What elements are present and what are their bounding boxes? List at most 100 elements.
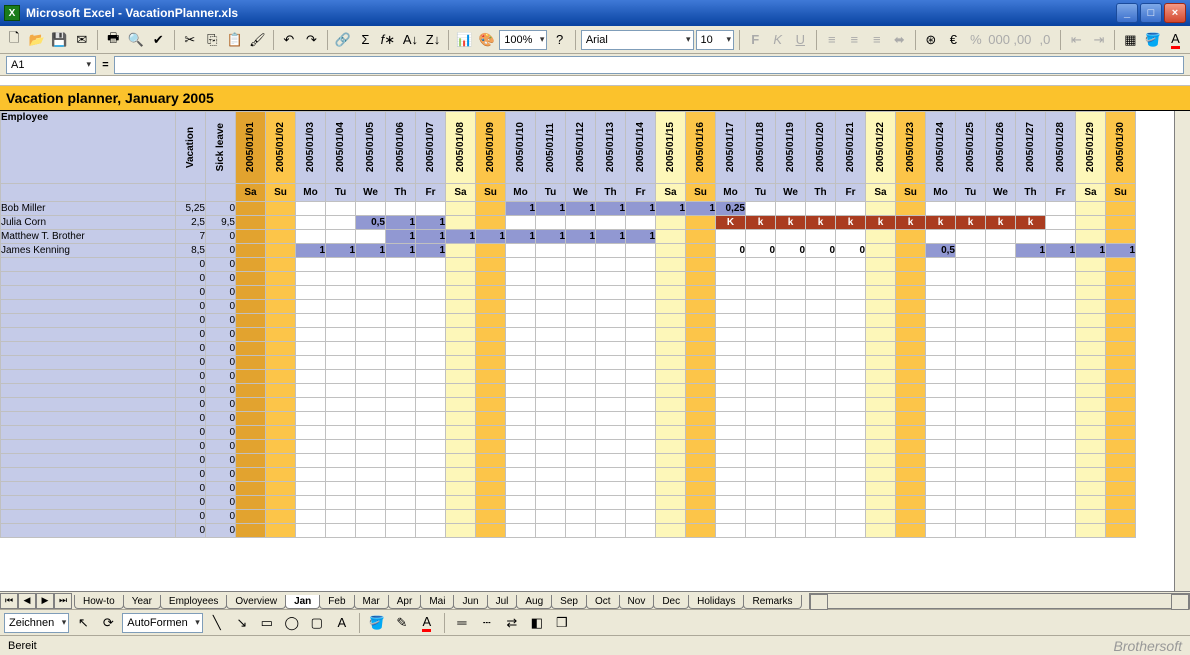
fill-color-icon[interactable]: 🪣: [1143, 29, 1164, 51]
print-icon[interactable]: 🖶: [103, 29, 124, 51]
tab-first-button[interactable]: ⏮: [0, 593, 18, 609]
tab-apr[interactable]: Apr: [388, 595, 422, 609]
tab-next-button[interactable]: ▶: [36, 593, 54, 609]
table-row[interactable]: 00: [1, 398, 1136, 412]
chart-icon[interactable]: 📊: [454, 29, 475, 51]
arrow-style-icon[interactable]: ⇄: [501, 612, 523, 634]
undo-icon[interactable]: ↶: [279, 29, 300, 51]
table-row[interactable]: 00: [1, 468, 1136, 482]
table-row[interactable]: Julia Corn2,59,50,511Kkkkkkkkkkk: [1, 216, 1136, 230]
drawing-icon[interactable]: 🎨: [477, 29, 498, 51]
table-row[interactable]: 00: [1, 370, 1136, 384]
table-row[interactable]: 00: [1, 440, 1136, 454]
horizontal-scrollbar[interactable]: [809, 593, 1190, 609]
fontsize-dropdown[interactable]: 10: [696, 30, 735, 50]
print-preview-icon[interactable]: 🔍: [126, 29, 147, 51]
tab-holidays[interactable]: Holidays: [688, 595, 744, 609]
hyperlink-icon[interactable]: 🔗: [333, 29, 354, 51]
tab-overview[interactable]: Overview: [226, 595, 286, 609]
help-icon[interactable]: ?: [549, 29, 570, 51]
tab-nov[interactable]: Nov: [619, 595, 655, 609]
dash-style-icon[interactable]: ┄: [476, 612, 498, 634]
autosum-icon[interactable]: Σ: [355, 29, 376, 51]
increase-decimal-icon[interactable]: ,00: [1012, 29, 1033, 51]
font-dropdown[interactable]: Arial: [581, 30, 694, 50]
table-row[interactable]: James Kenning8,5011111000000,51111: [1, 244, 1136, 258]
table-row[interactable]: 00: [1, 342, 1136, 356]
tab-feb[interactable]: Feb: [319, 595, 354, 609]
comma-icon[interactable]: 000: [988, 29, 1010, 51]
table-row[interactable]: 00: [1, 258, 1136, 272]
new-icon[interactable]: 🗋: [4, 29, 25, 51]
percent-icon[interactable]: %: [966, 29, 987, 51]
table-row[interactable]: 00: [1, 384, 1136, 398]
wordart-icon[interactable]: A: [331, 612, 353, 634]
tab-oct[interactable]: Oct: [586, 595, 620, 609]
spreadsheet-grid[interactable]: EmployeeVacationSick leave2005/01/012005…: [0, 111, 1190, 591]
tab-jul[interactable]: Jul: [487, 595, 518, 609]
tab-dec[interactable]: Dec: [653, 595, 689, 609]
table-row[interactable]: 00: [1, 300, 1136, 314]
table-row[interactable]: Matthew T. Brother70111111111: [1, 230, 1136, 244]
tab-jun[interactable]: Jun: [453, 595, 487, 609]
font-color-icon[interactable]: A: [1165, 29, 1186, 51]
table-row[interactable]: 00: [1, 314, 1136, 328]
sort-asc-icon[interactable]: A↓: [400, 29, 421, 51]
tab-mai[interactable]: Mai: [420, 595, 454, 609]
table-row[interactable]: 00: [1, 496, 1136, 510]
vertical-scrollbar[interactable]: [1174, 111, 1190, 591]
tab-employees[interactable]: Employees: [160, 595, 227, 609]
italic-icon[interactable]: K: [768, 29, 789, 51]
line-color-icon[interactable]: ✎: [391, 612, 413, 634]
table-row[interactable]: 00: [1, 286, 1136, 300]
shadow-icon[interactable]: ◧: [526, 612, 548, 634]
table-row[interactable]: 00: [1, 524, 1136, 538]
font-color-draw-icon[interactable]: A: [416, 612, 438, 634]
select-objects-icon[interactable]: ↖: [72, 612, 94, 634]
euro-icon[interactable]: €: [943, 29, 964, 51]
tab-how-to[interactable]: How-to: [74, 595, 124, 609]
table-row[interactable]: 00: [1, 482, 1136, 496]
3d-icon[interactable]: ❒: [551, 612, 573, 634]
open-icon[interactable]: 📂: [27, 29, 48, 51]
cut-icon[interactable]: ✂: [180, 29, 201, 51]
align-left-icon[interactable]: ≡: [821, 29, 842, 51]
table-row[interactable]: 00: [1, 510, 1136, 524]
sort-desc-icon[interactable]: Z↓: [423, 29, 444, 51]
minimize-button[interactable]: _: [1116, 3, 1138, 23]
paste-icon[interactable]: 📋: [225, 29, 246, 51]
function-icon[interactable]: f∗: [378, 29, 399, 51]
increase-indent-icon[interactable]: ⇥: [1089, 29, 1110, 51]
align-right-icon[interactable]: ≡: [867, 29, 888, 51]
tab-year[interactable]: Year: [123, 595, 161, 609]
rotate-icon[interactable]: ⟳: [97, 612, 119, 634]
save-icon[interactable]: 💾: [49, 29, 70, 51]
tab-sep[interactable]: Sep: [551, 595, 587, 609]
table-row[interactable]: 00: [1, 328, 1136, 342]
autoshapes-menu[interactable]: AutoFormen: [122, 613, 203, 633]
close-button[interactable]: ×: [1164, 3, 1186, 23]
line-style-icon[interactable]: ═: [451, 612, 473, 634]
table-row[interactable]: 00: [1, 454, 1136, 468]
align-center-icon[interactable]: ≡: [844, 29, 865, 51]
copy-icon[interactable]: ⎘: [202, 29, 223, 51]
table-row[interactable]: Bob Miller5,25011111110,25: [1, 202, 1136, 216]
textbox-icon[interactable]: ▢: [306, 612, 328, 634]
spellcheck-icon[interactable]: ✔: [148, 29, 169, 51]
table-row[interactable]: 00: [1, 356, 1136, 370]
tab-prev-button[interactable]: ◀: [18, 593, 36, 609]
currency-icon[interactable]: ⊛: [921, 29, 942, 51]
zoom-dropdown[interactable]: 100%: [499, 30, 547, 50]
fill-color-draw-icon[interactable]: 🪣: [366, 612, 388, 634]
arrow-icon[interactable]: ↘: [231, 612, 253, 634]
maximize-button[interactable]: □: [1140, 3, 1162, 23]
tab-aug[interactable]: Aug: [516, 595, 552, 609]
format-painter-icon[interactable]: 🖌: [247, 29, 268, 51]
underline-icon[interactable]: U: [790, 29, 811, 51]
table-row[interactable]: 00: [1, 412, 1136, 426]
redo-icon[interactable]: ↷: [301, 29, 322, 51]
table-row[interactable]: 00: [1, 272, 1136, 286]
tab-jan[interactable]: Jan: [285, 595, 320, 609]
merge-icon[interactable]: ⬌: [889, 29, 910, 51]
tab-mar[interactable]: Mar: [354, 595, 389, 609]
